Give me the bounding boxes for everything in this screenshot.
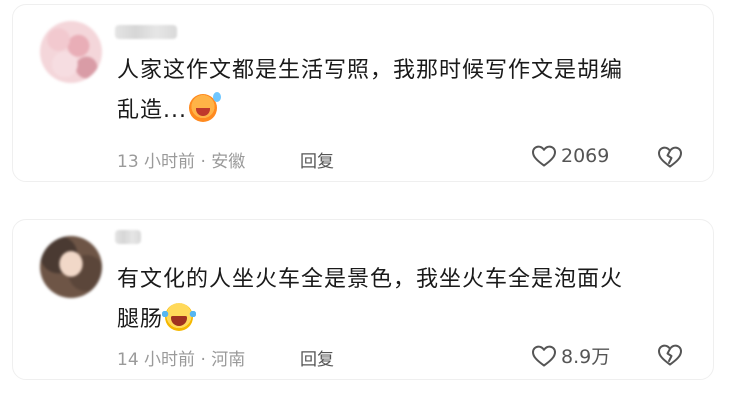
heart-outline-icon	[532, 145, 556, 167]
broken-heart-icon	[658, 146, 682, 168]
reply-button[interactable]: 回复	[300, 345, 334, 370]
avatar[interactable]	[40, 21, 102, 83]
comment-text: 有文化的人坐火车全是景色，我坐火车全是泡面火 腿肠	[117, 260, 697, 340]
avatar[interactable]	[40, 236, 102, 298]
username-redacted[interactable]	[115, 25, 177, 39]
username-redacted[interactable]	[115, 230, 141, 244]
sweat-smile-emoji-icon	[188, 92, 221, 122]
heart-outline-icon	[532, 345, 556, 366]
comment-card: 人家这作文都是生活写照，我那时候写作文是胡编 乱造... 13 小时前 · 安徽…	[12, 4, 714, 182]
comment-line-text: 乱造...	[117, 98, 187, 123]
dislike-button[interactable]	[657, 343, 683, 371]
like-button[interactable]: 2069	[531, 144, 609, 168]
laughing-tears-emoji-icon	[162, 303, 197, 331]
comment-meta: 14 小时前 · 河南	[117, 350, 246, 370]
comment-line: 乱造...	[117, 91, 697, 131]
comment-line: 有文化的人坐火车全是景色，我坐火车全是泡面火	[117, 267, 624, 292]
reply-button[interactable]: 回复	[300, 147, 334, 172]
like-button[interactable]: 8.9万	[531, 342, 610, 369]
comment-line-text: 腿肠	[117, 307, 164, 332]
comment-meta: 13 小时前 · 安徽	[117, 152, 246, 172]
comment-line: 人家这作文都是生活写照，我那时候写作文是胡编	[117, 58, 624, 83]
comment-card: 有文化的人坐火车全是景色，我坐火车全是泡面火 腿肠 14 小时前 · 河南 回复…	[12, 219, 714, 380]
comment-text: 人家这作文都是生活写照，我那时候写作文是胡编 乱造...	[117, 51, 697, 131]
like-count: 2069	[561, 145, 610, 167]
dislike-button[interactable]	[657, 145, 683, 173]
comment-line: 腿肠	[117, 300, 697, 340]
like-count: 8.9万	[561, 346, 611, 368]
broken-heart-icon	[658, 344, 682, 366]
